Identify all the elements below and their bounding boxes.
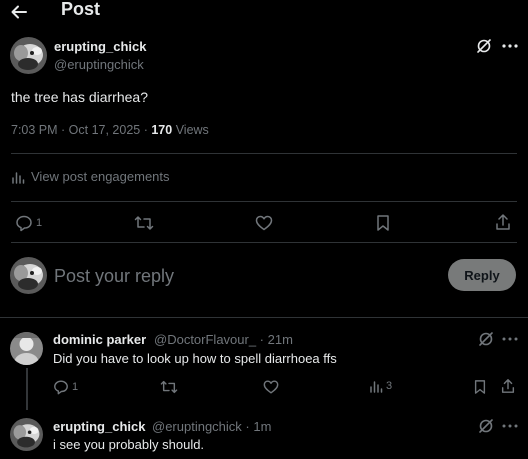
- reply-icon: [54, 380, 68, 395]
- like-action[interactable]: [255, 214, 273, 232]
- share-icon: [501, 379, 515, 393]
- bookmark-icon: [474, 380, 486, 394]
- back-button[interactable]: [9, 2, 29, 22]
- reply-text: Did you have to look up how to spell dia…: [53, 351, 337, 366]
- engagements-label: View post engagements: [31, 169, 170, 184]
- share-action[interactable]: [500, 378, 516, 394]
- reply-avatar[interactable]: [10, 332, 43, 365]
- reply-item[interactable]: erupting_chick @eruptingchick · 1m i see…: [0, 408, 528, 459]
- grok-icon[interactable]: [478, 418, 494, 434]
- avatar[interactable]: [10, 37, 47, 74]
- divider: [11, 153, 517, 154]
- repost-icon: [134, 216, 154, 230]
- analytics-icon: [370, 381, 383, 393]
- views-label: Views: [172, 123, 209, 137]
- grok-icon[interactable]: [478, 331, 494, 347]
- divider: [11, 242, 517, 243]
- composer-avatar[interactable]: [10, 257, 47, 294]
- reply-text: i see you probably should.: [53, 437, 205, 452]
- header: Post: [0, 0, 528, 24]
- share-icon: [496, 214, 510, 230]
- reply-author-handle[interactable]: @DoctorFlavour_ · 21m: [154, 332, 293, 347]
- post-text: the tree has diarrhea?: [11, 89, 148, 105]
- bookmark-action[interactable]: [473, 379, 487, 395]
- reply-count: 1: [36, 217, 43, 229]
- post-meta: 7:03 PM · Oct 17, 2025 · 170 Views: [11, 123, 209, 137]
- reply-item[interactable]: dominic parker @DoctorFlavour_ · 21m Did…: [0, 318, 528, 414]
- reply-author-handle[interactable]: @eruptingchick · 1m: [152, 419, 271, 434]
- views-count: 170: [151, 123, 173, 137]
- like-icon: [255, 215, 273, 231]
- more-icon[interactable]: [501, 418, 519, 434]
- reply-action[interactable]: 1: [15, 214, 42, 232]
- reply-input[interactable]: [54, 262, 414, 290]
- repost-action[interactable]: [160, 379, 178, 395]
- repost-icon: [160, 380, 178, 394]
- author-name[interactable]: erupting_chick: [54, 39, 146, 54]
- author-handle[interactable]: @eruptingchick: [54, 57, 144, 72]
- view-engagements-link[interactable]: View post engagements: [11, 169, 170, 184]
- analytics-icon: [12, 171, 25, 184]
- like-action[interactable]: [263, 379, 279, 395]
- page-title: Post: [61, 0, 101, 19]
- like-icon: [263, 380, 279, 394]
- reply-action[interactable]: 1: [53, 379, 78, 395]
- bookmark-action[interactable]: [375, 214, 391, 232]
- reply-views-count: 3: [386, 380, 393, 392]
- back-arrow-icon: [11, 5, 27, 19]
- more-icon[interactable]: [501, 331, 519, 347]
- repost-action[interactable]: [134, 214, 154, 232]
- views-action[interactable]: 3: [369, 379, 392, 393]
- reply-author-name[interactable]: erupting_chick: [53, 419, 145, 434]
- reply-icon: [16, 215, 32, 232]
- reply-author-name[interactable]: dominic parker: [53, 332, 146, 347]
- grok-icon[interactable]: [476, 38, 492, 54]
- reply-count: 1: [72, 381, 79, 393]
- bookmark-icon: [377, 215, 389, 231]
- post-page: Post erupting_chick @eruptingchick the t…: [0, 0, 528, 459]
- more-icon[interactable]: [501, 38, 519, 54]
- post-timestamp[interactable]: 7:03 PM · Oct 17, 2025 ·: [11, 123, 151, 137]
- thread-line: [26, 368, 28, 410]
- share-action[interactable]: [494, 213, 512, 231]
- reply-button[interactable]: Reply: [448, 259, 516, 291]
- reply-avatar[interactable]: [10, 418, 43, 451]
- divider: [11, 201, 517, 202]
